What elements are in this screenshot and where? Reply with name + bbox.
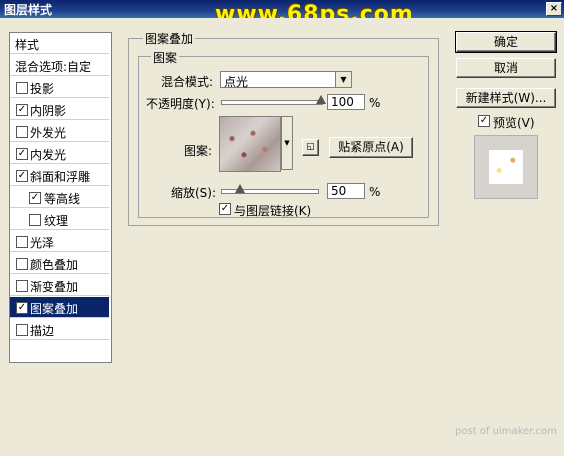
scale-percent: % — [369, 185, 381, 199]
opacity-slider[interactable] — [221, 100, 323, 105]
ok-button[interactable]: 确定 — [455, 31, 557, 53]
new-preset-button[interactable]: ◱ — [302, 139, 319, 156]
style-item-label: 斜面和浮雕 — [30, 170, 91, 184]
scale-input[interactable]: 50 — [327, 183, 365, 199]
opacity-input[interactable]: 100 — [327, 94, 365, 110]
style-item[interactable]: ✓ 等高线 — [10, 187, 109, 208]
pattern-label: 图案: — [184, 144, 213, 158]
layer-style-dialog: 样式 混合选项:自定 投影 ✓ 内阴影 外发光 ✓ 内发光 ✓ 斜面和浮雕 ✓ 等高线 纹理 光泽 颜色… — [0, 18, 564, 456]
new-preset-icon: ◱ — [306, 142, 315, 152]
style-item-checkbox[interactable]: ✓ — [16, 148, 28, 160]
preview-checkbox[interactable]: ✓ — [478, 115, 490, 127]
style-preview-thumbnail — [489, 150, 523, 184]
opacity-slider-thumb[interactable] — [316, 95, 326, 104]
blend-mode-select[interactable]: 点光 ▼ — [220, 71, 352, 89]
style-item[interactable]: ✓ 内阴影 — [10, 99, 109, 120]
style-item[interactable]: 颜色叠加 — [10, 253, 109, 274]
style-item-checkbox[interactable] — [16, 236, 28, 248]
style-item-label: 内发光 — [30, 148, 67, 162]
footer-credit: post of uimaker.com — [455, 426, 557, 437]
style-item[interactable]: 投影 — [10, 77, 109, 98]
style-item[interactable]: ✓ 图案叠加 — [10, 297, 109, 318]
style-item-checkbox[interactable] — [29, 214, 41, 226]
style-item-checkbox[interactable]: ✓ — [16, 104, 28, 116]
style-item-label: 等高线 — [44, 192, 81, 206]
opacity-percent: % — [369, 96, 381, 110]
style-item[interactable]: 描边 — [10, 319, 109, 340]
chevron-down-icon: ▼ — [335, 72, 351, 87]
style-preview — [474, 135, 538, 199]
blend-options-label: 混合选项:自定 — [15, 60, 92, 74]
style-item[interactable]: 外发光 — [10, 121, 109, 142]
style-item-checkbox[interactable] — [16, 280, 28, 292]
new-style-button[interactable]: 新建样式(W)... — [456, 88, 556, 108]
snap-to-origin-button[interactable]: 贴紧原点(A) — [329, 137, 413, 158]
blend-mode-label: 混合模式: — [161, 75, 214, 89]
cancel-button[interactable]: 取消 — [456, 58, 556, 78]
pattern-picker-arrow[interactable]: ▼ — [281, 116, 293, 170]
style-item-label: 投影 — [30, 82, 55, 96]
scale-slider-thumb[interactable] — [235, 184, 246, 193]
opacity-label: 不透明度(Y): — [146, 97, 215, 111]
style-item-label: 图案叠加 — [30, 302, 79, 316]
style-item-checkbox[interactable]: ✓ — [16, 170, 28, 182]
link-with-layer-checkbox[interactable]: ✓ — [219, 203, 231, 215]
style-item-label: 颜色叠加 — [30, 258, 79, 272]
pattern-swatch[interactable] — [219, 116, 281, 172]
style-item[interactable]: 纹理 — [10, 209, 109, 230]
styles-header-label: 样式 — [15, 38, 40, 52]
style-item-label: 描边 — [30, 324, 55, 338]
style-item-checkbox[interactable] — [16, 126, 28, 138]
scale-label: 缩放(S): — [171, 186, 217, 200]
pattern-overlay-title: 图案叠加 — [143, 30, 196, 47]
style-item-checkbox[interactable]: ✓ — [16, 302, 28, 314]
style-item-label: 光泽 — [30, 236, 55, 250]
blend-options-item[interactable]: 混合选项:自定 — [10, 55, 109, 76]
style-item-label: 内阴影 — [30, 104, 67, 118]
link-with-layer-label: 与图层链接(K) — [234, 204, 312, 218]
pattern-subgroup-title: 图案 — [151, 49, 180, 66]
style-item-label: 外发光 — [30, 126, 67, 140]
window-title: 图层样式 — [4, 3, 53, 17]
blend-mode-value: 点光 — [224, 75, 249, 89]
style-item[interactable]: ✓ 斜面和浮雕 — [10, 165, 109, 186]
styles-header[interactable]: 样式 — [10, 33, 109, 54]
close-button[interactable]: × — [546, 2, 562, 16]
style-item-checkbox[interactable] — [16, 82, 28, 94]
title-bar: 图层样式 www.68ps.com × — [0, 0, 564, 27]
style-item-checkbox[interactable] — [16, 324, 28, 336]
preview-label: 预览(V) — [493, 116, 535, 130]
styles-list: 样式 混合选项:自定 投影 ✓ 内阴影 外发光 ✓ 内发光 ✓ 斜面和浮雕 ✓ 等高线 纹理 光泽 颜色… — [9, 32, 112, 363]
chevron-down-icon: ▼ — [284, 139, 290, 147]
style-item[interactable]: ✓ 内发光 — [10, 143, 109, 164]
style-item-checkbox[interactable]: ✓ — [29, 192, 41, 204]
style-item[interactable]: 渐变叠加 — [10, 275, 109, 296]
style-item-label: 渐变叠加 — [30, 280, 79, 294]
style-item-checkbox[interactable] — [16, 258, 28, 270]
style-item-label: 纹理 — [44, 214, 69, 228]
style-item[interactable]: 光泽 — [10, 231, 109, 252]
